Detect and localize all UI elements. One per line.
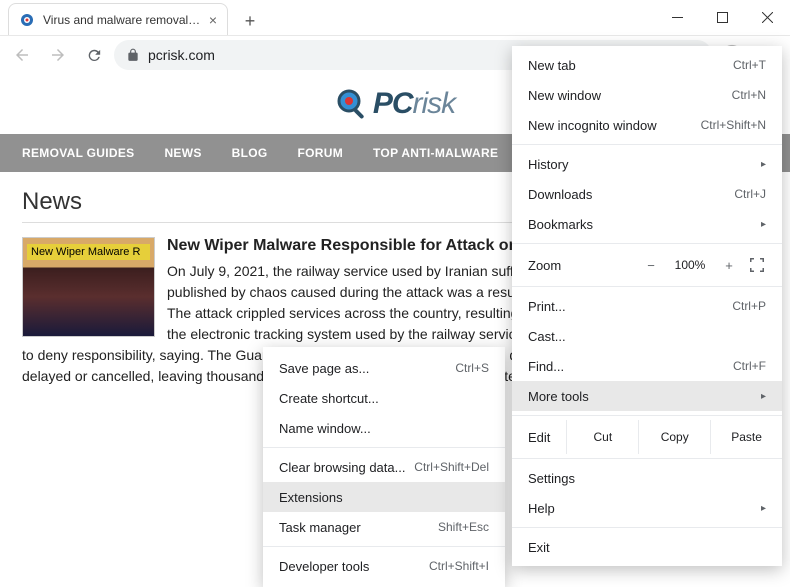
zoom-in-button[interactable]: + [718,258,740,273]
menu-zoom-row: Zoom − 100% + [512,248,782,282]
browser-tab[interactable]: Virus and malware removal instru × [8,3,228,35]
menu-separator [512,286,782,287]
menu-help[interactable]: Help [512,493,782,523]
maximize-button[interactable] [700,0,745,35]
chrome-main-menu: New tabCtrl+T New windowCtrl+N New incog… [512,46,782,566]
close-window-button[interactable] [745,0,790,35]
menu-find[interactable]: Find...Ctrl+F [512,351,782,381]
menu-history[interactable]: History [512,149,782,179]
menu-bookmarks[interactable]: Bookmarks [512,209,782,239]
lock-icon [126,48,140,62]
menu-separator [512,415,782,416]
zoom-label: Zoom [528,258,561,273]
nav-blog[interactable]: BLOG [232,146,268,160]
site-logo-text: PCrisk [373,87,455,121]
menu-exit[interactable]: Exit [512,532,782,562]
zoom-value: 100% [670,258,710,272]
tab-favicon-icon [19,12,35,28]
menu-extensions[interactable]: Extensions [263,482,505,512]
menu-clear-browsing-data[interactable]: Clear browsing data...Ctrl+Shift+Del [263,452,505,482]
nav-forum[interactable]: FORUM [298,146,344,160]
nav-news[interactable]: NEWS [164,146,201,160]
menu-separator [512,527,782,528]
menu-more-tools[interactable]: More tools [512,381,782,411]
menu-separator [263,546,505,547]
nav-top-antimalware[interactable]: TOP ANTI-MALWARE [373,146,498,160]
forward-button[interactable] [42,39,74,71]
menu-cast[interactable]: Cast... [512,321,782,351]
nav-removal-guides[interactable]: REMOVAL GUIDES [22,146,134,160]
menu-save-page[interactable]: Save page as...Ctrl+S [263,353,505,383]
menu-new-tab[interactable]: New tabCtrl+T [512,50,782,80]
zoom-out-button[interactable]: − [640,258,662,273]
window-titlebar: Virus and malware removal instru × + [0,0,790,36]
menu-edit-row: Edit Cut Copy Paste [512,420,782,454]
back-button[interactable] [6,39,38,71]
menu-create-shortcut[interactable]: Create shortcut... [263,383,505,413]
menu-developer-tools[interactable]: Developer toolsCtrl+Shift+I [263,551,505,581]
more-tools-submenu: Save page as...Ctrl+S Create shortcut...… [263,347,505,587]
edit-paste-button[interactable]: Paste [710,420,782,454]
menu-new-incognito[interactable]: New incognito windowCtrl+Shift+N [512,110,782,140]
site-logo-icon [335,87,369,121]
url-text: pcrisk.com [148,47,215,63]
edit-label: Edit [512,420,566,454]
reload-button[interactable] [78,39,110,71]
menu-print[interactable]: Print...Ctrl+P [512,291,782,321]
new-tab-button[interactable]: + [236,7,264,35]
minimize-button[interactable] [655,0,700,35]
menu-separator [263,447,505,448]
menu-task-manager[interactable]: Task managerShift+Esc [263,512,505,542]
thumbnail-label: New Wiper Malware R [27,244,150,260]
window-controls [655,0,790,35]
menu-downloads[interactable]: DownloadsCtrl+J [512,179,782,209]
menu-settings[interactable]: Settings [512,463,782,493]
menu-separator [512,144,782,145]
article-thumbnail[interactable]: New Wiper Malware R [22,237,155,337]
menu-separator [512,243,782,244]
menu-separator [512,458,782,459]
fullscreen-icon[interactable] [748,256,766,274]
menu-new-window[interactable]: New windowCtrl+N [512,80,782,110]
tab-close-icon[interactable]: × [209,13,217,27]
menu-name-window[interactable]: Name window... [263,413,505,443]
tab-title: Virus and malware removal instru [43,13,203,27]
edit-cut-button[interactable]: Cut [566,420,638,454]
edit-copy-button[interactable]: Copy [638,420,710,454]
